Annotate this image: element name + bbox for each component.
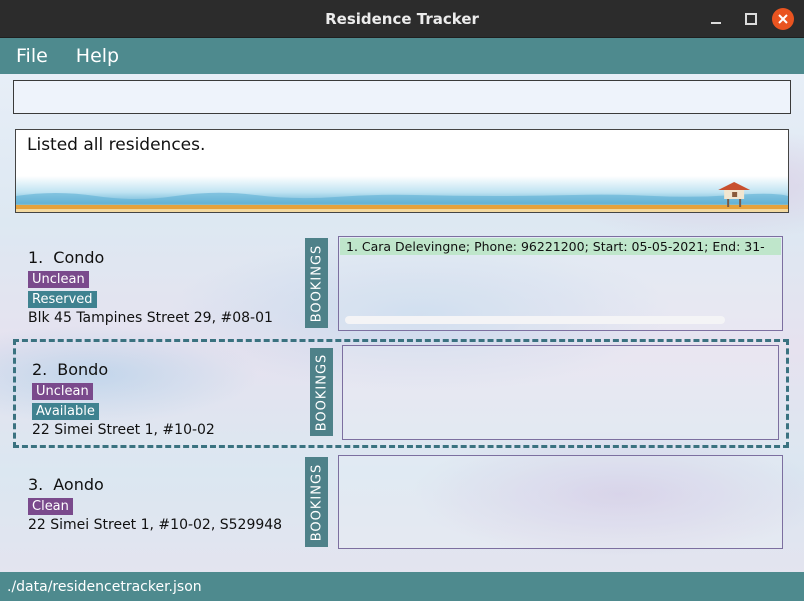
status-bar: ./data/residencetracker.json (0, 572, 804, 601)
booking-item[interactable]: 1. Cara Delevingne; Phone: 96221200; Sta… (340, 238, 781, 255)
residence-index: 1. (28, 248, 44, 267)
residence-address: 22 Simei Street 1, #10-02, S529948 (28, 517, 283, 533)
residence-card[interactable]: 3. Aondo Clean 22 Simei Street 1, #10-02,… (13, 452, 789, 554)
title-bar: Residence Tracker (0, 0, 804, 38)
close-icon[interactable] (772, 8, 794, 30)
status-tag: Reserved (28, 291, 97, 308)
residence-name: Aondo (53, 475, 104, 494)
menu-bar: File Help (0, 38, 804, 74)
maximize-icon[interactable] (740, 8, 762, 30)
bookings-list[interactable]: 1. Cara Delevingne; Phone: 96221200; Sta… (338, 236, 783, 331)
bookings-list[interactable] (338, 455, 783, 549)
app-window: Residence Tracker File Help Listed all r… (0, 0, 804, 601)
data-file-path: ./data/residencetracker.json (7, 578, 202, 595)
residence-name: Condo (53, 248, 105, 267)
bookings-label: BOOKINGS (310, 348, 333, 436)
result-display: Listed all residences. (15, 129, 789, 213)
bookings-list[interactable] (342, 345, 779, 440)
bookings-label: BOOKINGS (305, 457, 328, 547)
residence-index: 2. (32, 360, 48, 379)
menu-file[interactable]: File (12, 45, 52, 67)
status-tag: Clean (28, 498, 73, 515)
residence-card[interactable]: 2. Bondo Unclean Available 22 Simei Stree… (13, 339, 789, 448)
residence-address: Blk 45 Tampines Street 29, #08-01 (28, 310, 273, 326)
window-title: Residence Tracker (325, 9, 479, 28)
beach-banner-image (16, 176, 788, 212)
result-message: Listed all residences. (27, 135, 206, 155)
status-tag: Unclean (28, 271, 89, 288)
status-tag: Available (32, 403, 99, 420)
residence-index: 3. (28, 475, 44, 494)
menu-help[interactable]: Help (72, 45, 123, 67)
residence-card[interactable]: 1. Condo Unclean Reserved Blk 45 Tampines… (13, 233, 789, 335)
residence-address: 22 Simei Street 1, #10-02 (32, 422, 215, 438)
status-tag: Unclean (32, 383, 93, 400)
horizontal-scrollbar[interactable] (345, 316, 725, 324)
command-input[interactable] (13, 80, 791, 114)
bookings-label: BOOKINGS (305, 238, 328, 328)
minimize-icon[interactable] (705, 8, 727, 30)
residence-name: Bondo (57, 360, 109, 379)
